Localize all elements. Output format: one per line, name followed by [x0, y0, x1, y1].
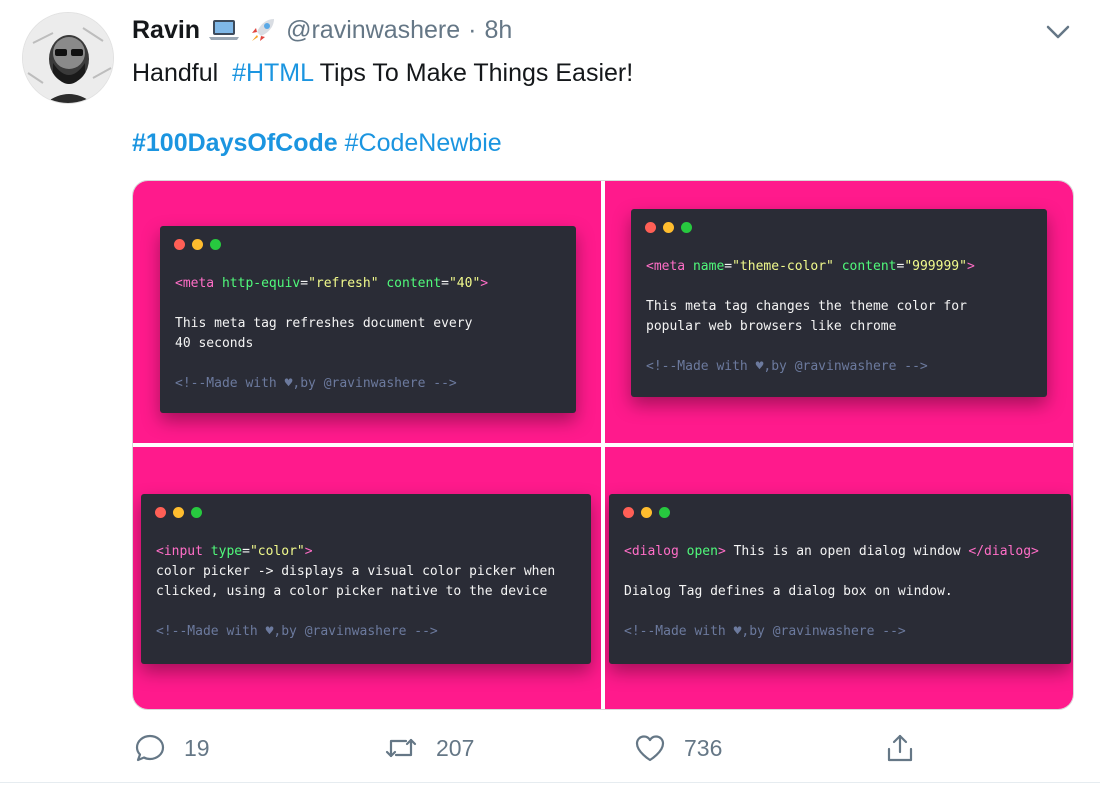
hashtag-100daysofcode[interactable]: #100DaysOfCode	[132, 129, 338, 157]
tweet-text-prefix: Handful	[132, 59, 219, 87]
share-icon	[887, 734, 913, 762]
media-image-4[interactable]: <dialog open> This is an open dialog win…	[605, 447, 1073, 709]
code-description-2: 40 seconds	[175, 336, 254, 351]
reply-count: 19	[184, 734, 210, 761]
code-footer-comment: <!--Made with ♥,by @ravinwashere -->	[646, 359, 928, 374]
tweet-actions: 19 207 736	[0, 730, 1100, 770]
media-image-1[interactable]: <meta http-equiv="refresh" content="40">…	[133, 181, 601, 443]
code-description-2: popular web browsers like chrome	[646, 319, 897, 334]
yellow-dot-icon	[641, 507, 652, 518]
red-dot-icon	[174, 239, 185, 250]
media-image-2[interactable]: <meta name="theme-color" content="999999…	[605, 181, 1073, 443]
chevron-down-icon[interactable]	[1044, 22, 1072, 42]
yellow-dot-icon	[173, 507, 184, 518]
like-count: 736	[684, 734, 723, 761]
media-image-3[interactable]: <input type="color"> color picker -> dis…	[133, 447, 601, 709]
code-line: <dialog open> This is an open dialog win…	[624, 544, 1039, 559]
retweet-count: 207	[436, 734, 475, 761]
avatar-image	[23, 13, 113, 103]
author-name[interactable]: Ravin	[132, 14, 200, 46]
reply-button[interactable]: 19	[134, 732, 210, 764]
code-card-4: <dialog open> This is an open dialog win…	[609, 494, 1071, 664]
like-button[interactable]: 736	[634, 732, 722, 764]
window-dots	[155, 507, 202, 518]
tweet-text-suffix: Tips To Make Things Easier!	[319, 59, 634, 87]
avatar[interactable]	[22, 12, 114, 104]
code-footer-comment: <!--Made with ♥,by @ravinwashere -->	[624, 624, 906, 639]
window-dots	[645, 222, 692, 233]
code-description-1: color picker -> displays a visual color …	[156, 564, 556, 579]
code-line: <meta http-equiv="refresh" content="40">	[175, 276, 489, 291]
laptop-emoji-icon	[208, 18, 240, 42]
reply-icon	[135, 734, 165, 762]
code-description-2: clicked, using a color picker native to …	[156, 584, 548, 599]
code-card-1: <meta http-equiv="refresh" content="40">…	[160, 226, 576, 413]
tweet-hashtags: #100DaysOfCode #CodeNewbie	[132, 126, 502, 160]
window-dots	[174, 239, 221, 250]
red-dot-icon	[623, 507, 634, 518]
tweet-timestamp[interactable]: 8h	[484, 14, 512, 46]
green-dot-icon	[659, 507, 670, 518]
code-footer-comment: <!--Made with ♥,by @ravinwashere -->	[175, 376, 457, 391]
retweet-button[interactable]: 207	[384, 732, 474, 764]
red-dot-icon	[645, 222, 656, 233]
tweet-text: Handful #HTML Tips To Make Things Easier…	[132, 56, 633, 90]
red-dot-icon	[155, 507, 166, 518]
share-button[interactable]	[884, 732, 916, 764]
code-line: <input type="color">	[156, 544, 313, 559]
tweet-header: Ravin @ravinwashere · 8h	[132, 14, 512, 46]
code-description-1: This meta tag changes the theme color fo…	[646, 299, 967, 314]
yellow-dot-icon	[663, 222, 674, 233]
hashtag-codenewbie[interactable]: #CodeNewbie	[345, 129, 502, 157]
hashtag-html[interactable]: #HTML	[232, 59, 313, 87]
retweet-icon	[385, 738, 417, 758]
rocket-emoji-icon	[248, 15, 278, 45]
code-description-1: This meta tag refreshes document every	[175, 316, 473, 331]
green-dot-icon	[681, 222, 692, 233]
green-dot-icon	[210, 239, 221, 250]
divider	[0, 782, 1100, 783]
heart-icon	[635, 735, 665, 762]
code-card-2: <meta name="theme-color" content="999999…	[631, 209, 1047, 397]
green-dot-icon	[191, 507, 202, 518]
code-card-3: <input type="color"> color picker -> dis…	[141, 494, 591, 664]
code-footer-comment: <!--Made with ♥,by @ravinwashere -->	[156, 624, 438, 639]
code-description-1: Dialog Tag defines a dialog box on windo…	[624, 584, 953, 599]
media-grid[interactable]: <meta http-equiv="refresh" content="40">…	[132, 180, 1074, 710]
author-handle[interactable]: @ravinwashere	[286, 14, 460, 46]
window-dots	[623, 507, 670, 518]
separator-dot: ·	[468, 16, 477, 44]
code-line: <meta name="theme-color" content="999999…	[646, 259, 975, 274]
yellow-dot-icon	[192, 239, 203, 250]
